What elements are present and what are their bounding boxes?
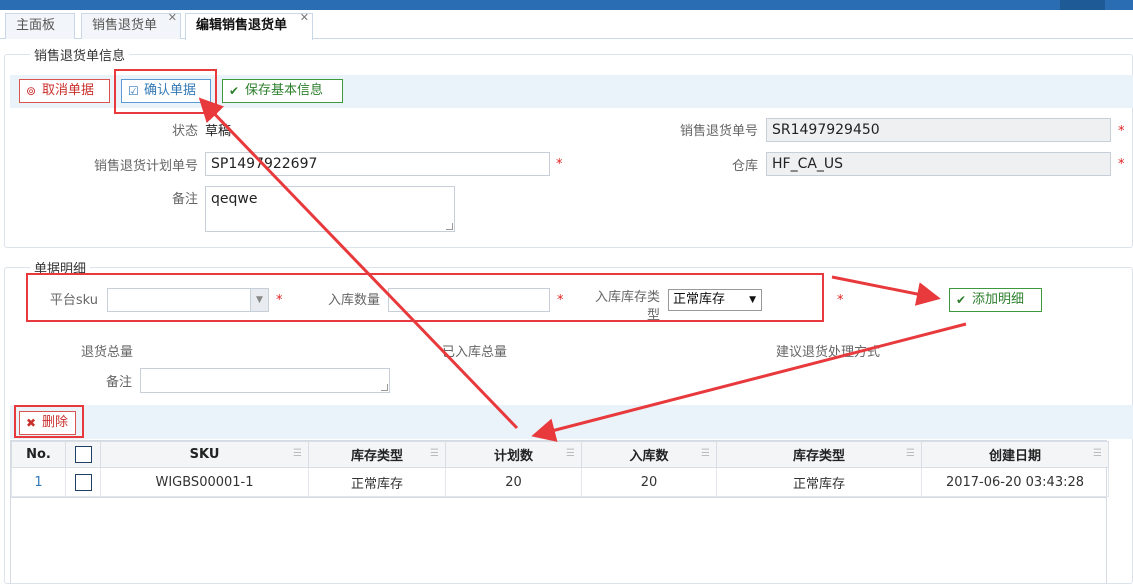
tab-sales-return[interactable]: 销售退货单 ✕: [81, 12, 181, 39]
in-total-label: 已入库总量: [441, 345, 507, 360]
col-label: 入库数: [629, 449, 669, 464]
col-created[interactable]: 创建日期 ☰: [921, 441, 1109, 468]
table-row[interactable]: 1 WIGBS00001-1 正常库存 20 20 正常库存 2017-06-2…: [11, 467, 1109, 497]
annotation-box-delete: [14, 405, 84, 438]
resize-handle[interactable]: [446, 223, 453, 230]
column-menu-icon[interactable]: ☰: [1093, 448, 1102, 459]
plan-no-field[interactable]: SP1497922697: [205, 152, 550, 176]
button-label: 添加明细: [972, 292, 1025, 307]
grid-toolbar: [10, 405, 1133, 439]
close-icon[interactable]: ✕: [168, 12, 177, 24]
required-mark: *: [1118, 124, 1125, 139]
check-icon: ✔: [229, 84, 240, 98]
select-all-checkbox[interactable]: [74, 446, 92, 463]
col-label: SKU: [189, 447, 220, 462]
close-icon[interactable]: ✕: [300, 12, 309, 24]
status-value: 草稿: [205, 124, 232, 139]
top-bar-button[interactable]: [1060, 0, 1105, 10]
row-stock-type-2: 正常库存: [716, 467, 922, 497]
row-select[interactable]: [65, 467, 101, 497]
row-checkbox[interactable]: [74, 473, 92, 491]
info-legend: 销售退货单信息: [30, 45, 130, 64]
grid-empty-area: [10, 497, 1107, 584]
row-no: 1: [11, 467, 66, 497]
warehouse-label: 仓库: [731, 159, 758, 174]
column-menu-icon[interactable]: ☰: [293, 448, 302, 459]
detail-remark-label: 备注: [105, 375, 132, 390]
button-label: 取消单据: [42, 83, 95, 98]
col-label: 计划数: [493, 449, 533, 464]
required-mark: *: [556, 157, 563, 172]
button-label: 保存基本信息: [245, 83, 324, 98]
cancel-document-button[interactable]: ⊚ 取消单据: [19, 79, 110, 103]
row-plan-qty: 20: [445, 467, 582, 497]
return-no-field[interactable]: SR1497929450: [766, 118, 1111, 142]
return-no-label: 销售退货单号: [679, 124, 758, 139]
top-bar: [0, 0, 1133, 10]
detail-remark-textarea[interactable]: [140, 368, 390, 393]
check-icon: ✔: [956, 293, 967, 307]
warehouse-field[interactable]: HF_CA_US: [766, 152, 1111, 176]
col-stock-type-2[interactable]: 库存类型 ☰: [716, 441, 922, 468]
resize-handle[interactable]: [381, 384, 388, 391]
stop-circle-icon: ⊚: [26, 84, 37, 98]
column-menu-icon[interactable]: ☰: [701, 448, 710, 459]
remark-textarea[interactable]: qeqwe: [205, 186, 455, 232]
grid-header-row: No. SKU ☰ 库存类型 ☰ 计划数 ☰ 入库数 ☰ 库存类型 ☰ 创建日期 ☰: [11, 441, 1109, 468]
plan-no-label: 销售退货计划单号: [93, 159, 198, 174]
remark-label: 备注: [171, 192, 198, 207]
col-label: 库存类型: [350, 449, 403, 464]
col-label: 创建日期: [988, 449, 1041, 464]
column-menu-icon[interactable]: ☰: [430, 448, 439, 459]
tab-label: 主面板: [16, 18, 56, 33]
tab-bar: 主面板 销售退货单 ✕ 编辑销售退货单 ✕: [0, 10, 1133, 40]
annotation-box-detail-inputs: [26, 273, 824, 322]
col-label: 库存类型: [792, 449, 845, 464]
col-in-qty[interactable]: 入库数 ☰: [581, 441, 717, 468]
save-basic-info-button[interactable]: ✔ 保存基本信息: [222, 79, 343, 103]
total-return-label: 退货总量: [80, 345, 133, 360]
tab-main-panel[interactable]: 主面板: [5, 13, 75, 39]
col-no[interactable]: No.: [11, 441, 66, 468]
col-stock-type[interactable]: 库存类型 ☰: [308, 441, 446, 468]
required-mark: *: [837, 293, 844, 308]
remark-text: qeqwe: [211, 191, 258, 207]
add-detail-button[interactable]: ✔ 添加明细: [949, 288, 1042, 312]
row-sku: WIGBS00001-1: [100, 467, 309, 497]
detail-grid: No. SKU ☰ 库存类型 ☰ 计划数 ☰ 入库数 ☰ 库存类型 ☰ 创建日期 ☰ 1 W…: [10, 440, 1109, 498]
required-mark: *: [1118, 157, 1125, 172]
row-created: 2017-06-20 03:43:28: [921, 467, 1109, 497]
tab-label: 编辑销售退货单: [196, 18, 288, 33]
row-stock-type: 正常库存: [308, 467, 446, 497]
tab-edit-sales-return[interactable]: 编辑销售退货单 ✕: [185, 12, 313, 40]
col-sku[interactable]: SKU ☰: [100, 441, 309, 468]
column-menu-icon[interactable]: ☰: [566, 448, 575, 459]
tab-label: 销售退货单: [92, 18, 158, 33]
col-select-all[interactable]: [65, 441, 101, 468]
suggest-method-label: 建议退货处理方式: [775, 345, 880, 360]
col-plan-qty[interactable]: 计划数 ☰: [445, 441, 582, 468]
annotation-box-confirm: [114, 69, 217, 114]
status-label: 状态: [171, 124, 198, 139]
column-menu-icon[interactable]: ☰: [906, 448, 915, 459]
row-in-qty: 20: [581, 467, 717, 497]
